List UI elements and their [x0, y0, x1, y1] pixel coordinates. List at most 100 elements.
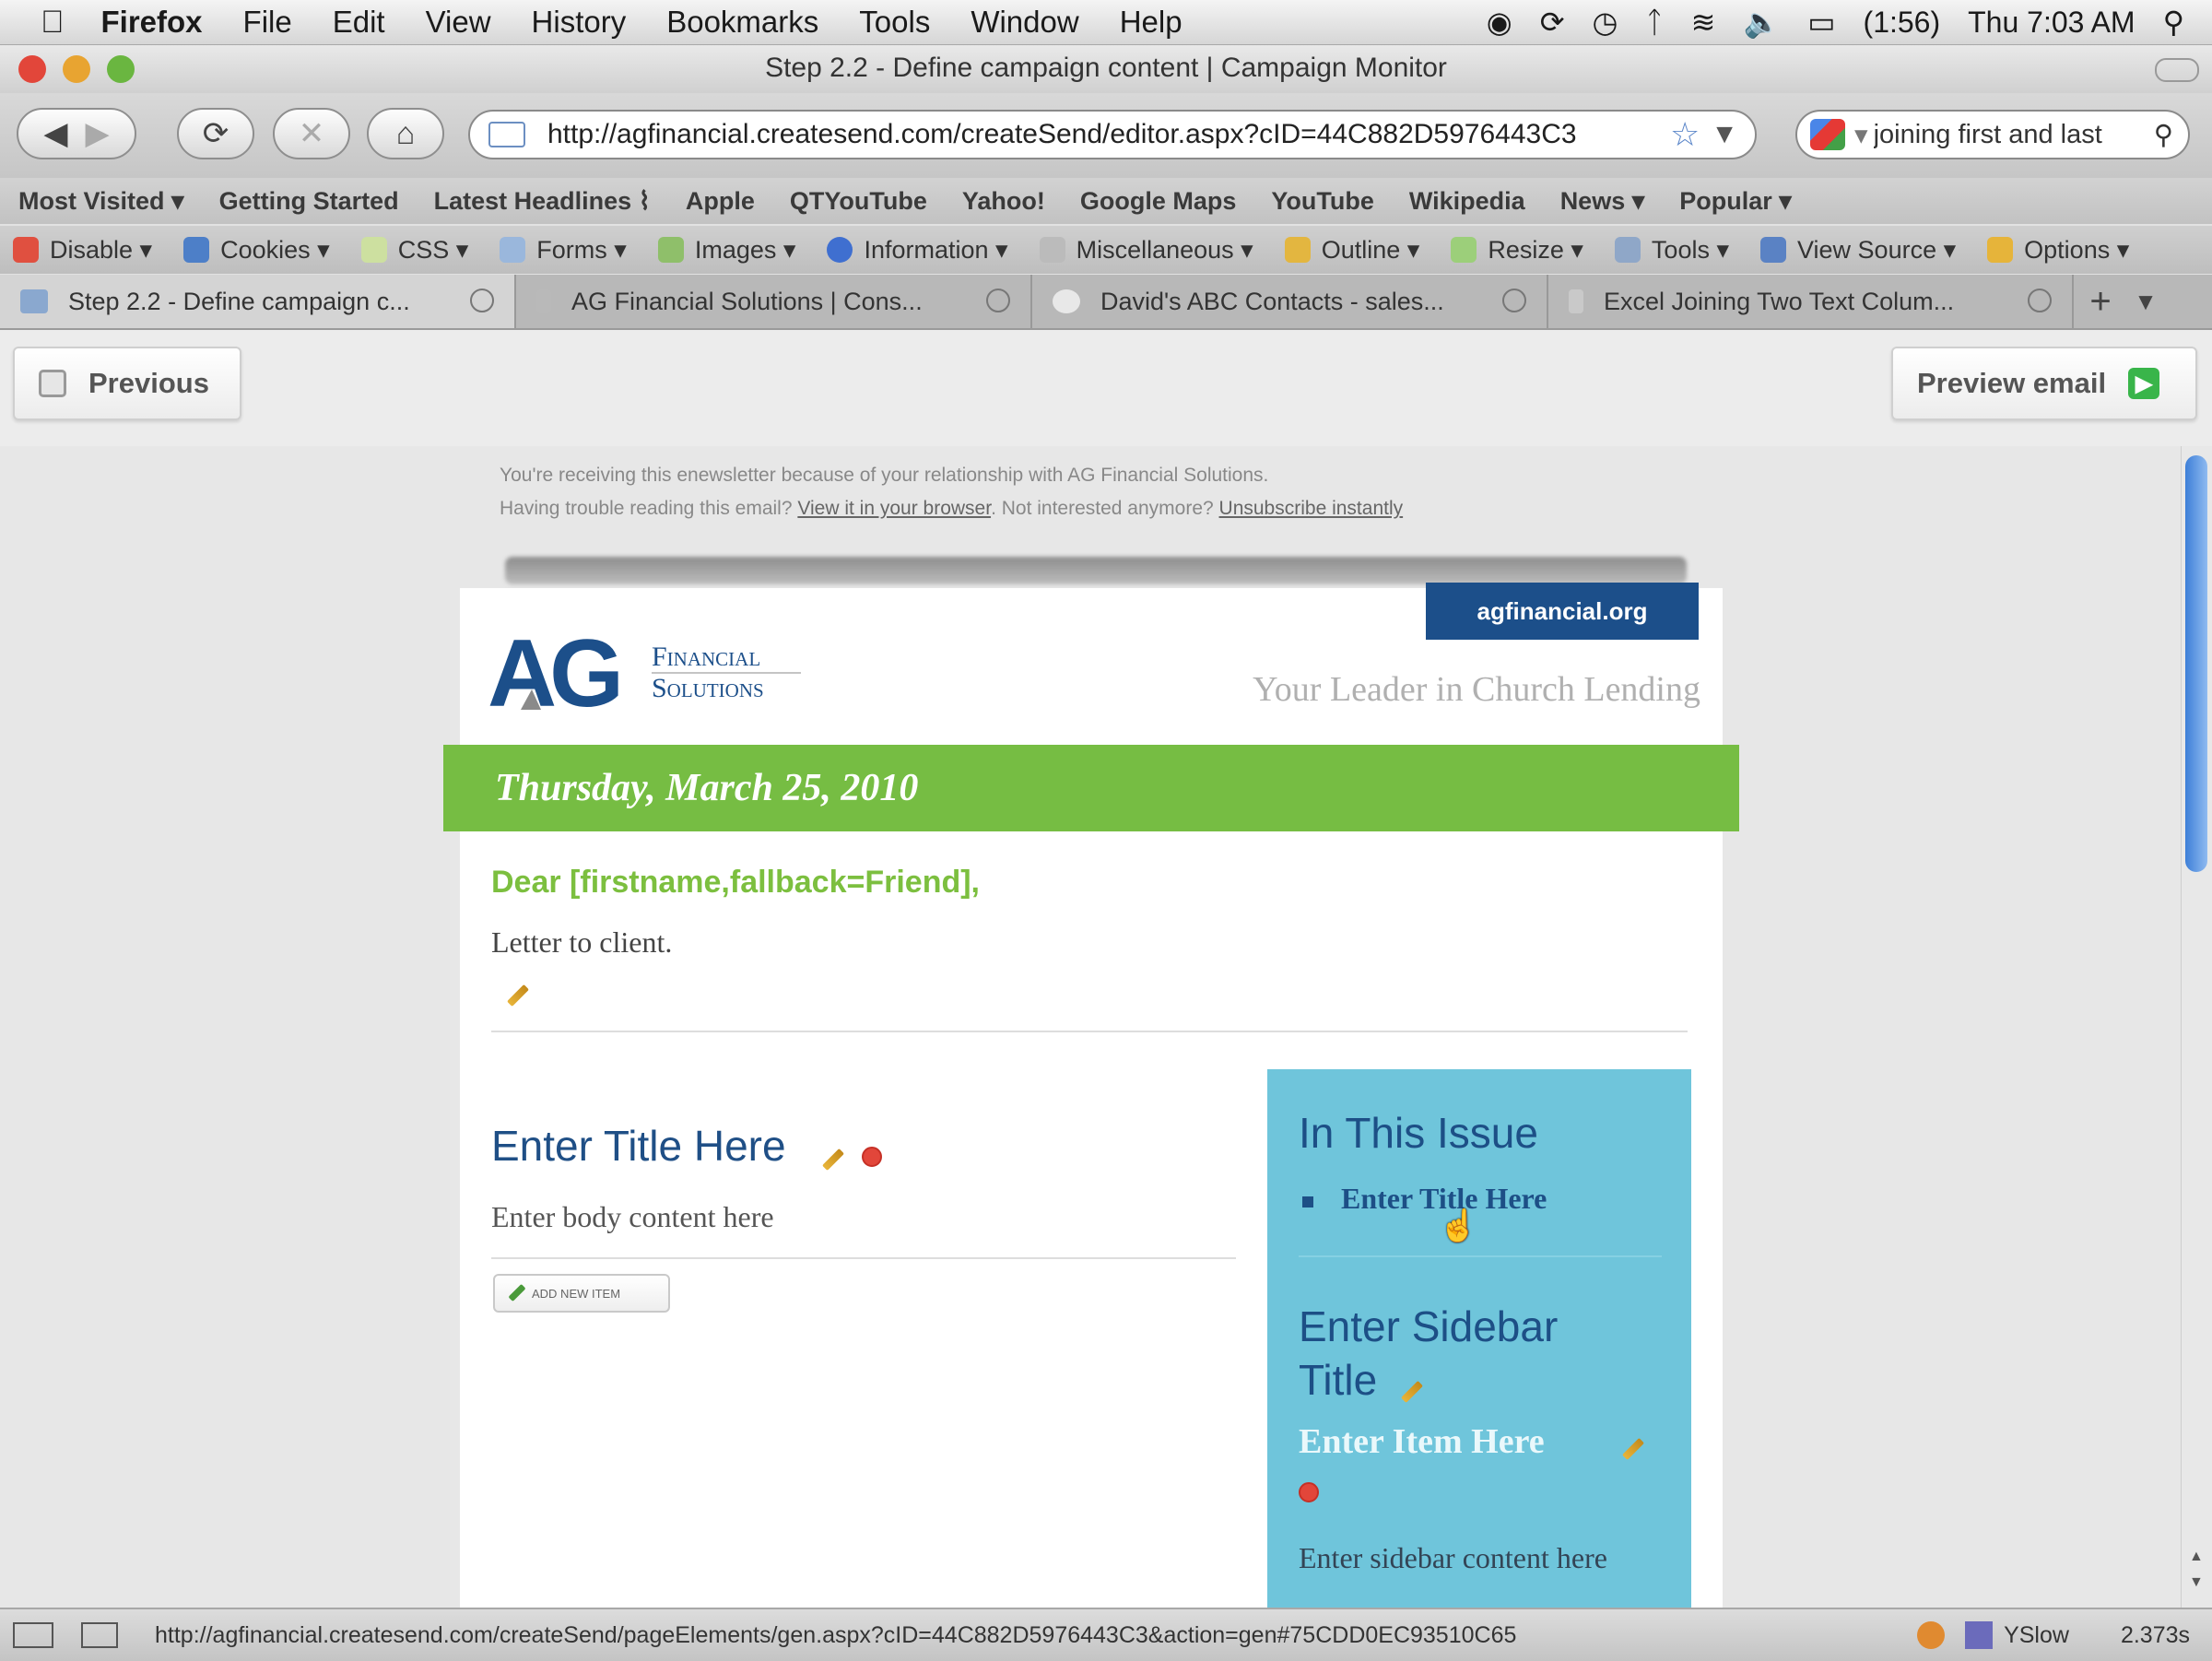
dev-tools-menu[interactable]: Tools ▾: [1614, 236, 1729, 265]
bookmark-wikipedia[interactable]: Wikipedia: [1409, 187, 1525, 216]
menu-edit[interactable]: Edit: [333, 5, 385, 40]
bookmark-star-icon[interactable]: ☆: [1670, 115, 1700, 154]
tab-campaign-step[interactable]: Step 2.2 - Define campaign c...: [0, 275, 516, 328]
menu-clock[interactable]: Thu 7:03 AM: [1968, 6, 2135, 40]
reload-button[interactable]: ⟳: [177, 108, 254, 159]
dev-disable-menu[interactable]: Disable ▾: [13, 236, 152, 265]
firebug-icon[interactable]: [1917, 1621, 1946, 1649]
sidebar-item-title[interactable]: Enter Item Here: [1299, 1421, 1545, 1462]
dev-view-source-menu[interactable]: View Source ▾: [1760, 236, 1956, 265]
time-machine-icon[interactable]: ◷: [1593, 5, 1618, 40]
previous-button[interactable]: Previous: [13, 347, 241, 420]
bookmark-most-visited[interactable]: Most Visited ▾: [18, 187, 184, 216]
article-title[interactable]: Enter Title Here: [491, 1121, 786, 1171]
article-title-text[interactable]: Enter Title Here: [491, 1122, 786, 1170]
yslow-icon[interactable]: [1965, 1621, 1994, 1649]
article-body[interactable]: Enter body content here: [491, 1200, 774, 1234]
dev-miscellaneous-menu[interactable]: Miscellaneous ▾: [1039, 236, 1253, 265]
greeting[interactable]: Dear [firstname,fallback=Friend],: [491, 865, 980, 901]
new-tab-plus-icon[interactable]: +: [2074, 275, 2127, 328]
dev-resize-menu[interactable]: Resize ▾: [1451, 236, 1583, 265]
tagline: Your Leader in Church Lending: [1253, 670, 1700, 709]
menu-help[interactable]: Help: [1120, 5, 1182, 40]
google-engine-icon[interactable]: [1810, 119, 1845, 150]
dev-cookies-menu[interactable]: Cookies ▾: [183, 236, 330, 265]
scroll-up-arrow-icon[interactable]: ▲: [2189, 1549, 2204, 1565]
bookmark-qtyoutube[interactable]: QTYouTube: [790, 187, 927, 216]
bookmark-popular[interactable]: Popular ▾: [1679, 187, 1792, 216]
edit-letter-pencil-icon[interactable]: [506, 984, 530, 1007]
menu-window[interactable]: Window: [971, 5, 1078, 40]
tab-ag-financial[interactable]: AG Financial Solutions | Cons...: [516, 275, 1032, 328]
dev-options-menu[interactable]: Options ▾: [1987, 236, 2129, 265]
bookmark-latest-headlines[interactable]: Latest Headlines ⁠⌇: [434, 187, 651, 216]
edit-title-pencil-icon[interactable]: [821, 1148, 845, 1172]
site-link-tab[interactable]: agfinancial.org: [1426, 583, 1699, 640]
view-in-browser-link[interactable]: View it in your browser: [797, 498, 991, 519]
sidebar-title[interactable]: Enter Sidebar Title: [1299, 1300, 1612, 1407]
bookmark-news[interactable]: News ▾: [1560, 187, 1645, 216]
home-button[interactable]: ⌂: [367, 108, 444, 159]
engine-dropdown-icon[interactable]: ▾: [1854, 119, 1868, 151]
delete-title-icon[interactable]: [862, 1147, 882, 1167]
wifi-icon[interactable]: ≋: [1691, 5, 1716, 40]
scrollbar-thumb[interactable]: [2185, 455, 2207, 872]
menu-app-name[interactable]: Firefox: [101, 5, 203, 40]
menu-file[interactable]: File: [243, 5, 292, 40]
menu-view[interactable]: View: [426, 5, 491, 40]
unsubscribe-link[interactable]: Unsubscribe instantly: [1219, 498, 1404, 519]
bluetooth-icon[interactable]: ᛏ: [1645, 6, 1663, 40]
search-bar[interactable]: ▾ joining first and last ⚲: [1795, 110, 2190, 159]
tab-excel-joining[interactable]: Excel Joining Two Text Colum...: [1548, 275, 2074, 328]
eye-icon[interactable]: ◉: [1487, 5, 1512, 40]
bookmark-getting-started[interactable]: Getting Started: [219, 187, 399, 216]
dev-forms-menu[interactable]: Forms ▾: [500, 236, 627, 265]
dev-css-menu[interactable]: CSS ▾: [360, 236, 468, 265]
dev-images-menu[interactable]: Images ▾: [657, 236, 795, 265]
letter-text[interactable]: Letter to client.: [491, 925, 672, 960]
tab-contacts[interactable]: David's ABC Contacts - sales...: [1032, 275, 1548, 328]
apple-menu-icon[interactable]: : [41, 5, 65, 41]
back-arrow-icon[interactable]: ◀: [43, 115, 67, 152]
forward-arrow-icon[interactable]: ▶: [85, 115, 109, 152]
add-new-item-button[interactable]: Add new item: [493, 1274, 670, 1313]
site-identity-icon[interactable]: [488, 122, 525, 147]
edit-sidebar-item-pencil-icon[interactable]: [1621, 1437, 1645, 1461]
inspect-icon[interactable]: [13, 1622, 53, 1648]
search-input[interactable]: joining first and last: [1874, 120, 2154, 150]
dev-information-menu[interactable]: Information ▾: [827, 236, 1008, 265]
volume-icon[interactable]: 🔈: [1743, 5, 1780, 40]
tab-close-icon[interactable]: [470, 289, 494, 312]
page-scrollbar[interactable]: ▲ ▼: [2181, 446, 2212, 1608]
menu-bookmarks[interactable]: Bookmarks: [666, 5, 818, 40]
battery-icon[interactable]: ▭: [1807, 5, 1835, 40]
bookmark-google-maps[interactable]: Google Maps: [1080, 187, 1237, 216]
sync-icon[interactable]: ⟳: [1540, 5, 1565, 40]
menu-history[interactable]: History: [532, 5, 627, 40]
yslow-label[interactable]: YSlow: [2004, 1622, 2069, 1649]
back-forward-buttons[interactable]: ◀ ▶: [17, 108, 136, 159]
url-bar[interactable]: http://agfinancial.createsend.com/create…: [468, 110, 1757, 159]
sidebar-content[interactable]: Enter sidebar content here: [1299, 1541, 1607, 1575]
preview-email-button[interactable]: Preview email ▶: [1891, 347, 2197, 420]
stop-button[interactable]: ✕: [273, 108, 350, 159]
navigation-toolbar: ◀ ▶ ⟳ ✕ ⌂ http://agfinancial.createsend.…: [0, 93, 2212, 178]
menu-tools[interactable]: Tools: [859, 5, 930, 40]
url-history-dropdown-icon[interactable]: ▼: [1711, 119, 1738, 150]
bookmark-apple[interactable]: Apple: [686, 187, 755, 216]
dev-view-source-label: View Source ▾: [1797, 235, 1957, 264]
delete-sidebar-item-icon[interactable]: [1299, 1482, 1319, 1502]
url-text[interactable]: http://agfinancial.createsend.com/create…: [547, 119, 1670, 150]
tab-list-icon[interactable]: ▼: [2127, 275, 2164, 328]
bookmark-yahoo[interactable]: Yahoo!: [962, 187, 1045, 216]
scroll-down-arrow-icon[interactable]: ▼: [2189, 1574, 2204, 1591]
tab-close-icon[interactable]: [2028, 289, 2052, 312]
tab-close-icon[interactable]: [986, 289, 1010, 312]
spotlight-icon[interactable]: ⚲: [2163, 5, 2184, 40]
tab-close-icon[interactable]: [1502, 289, 1526, 312]
toolbar-toggle-button[interactable]: [2155, 58, 2199, 82]
search-icon[interactable]: ⚲: [2154, 119, 2173, 151]
dev-outline-menu[interactable]: Outline ▾: [1284, 236, 1419, 265]
bookmark-youtube[interactable]: YouTube: [1271, 187, 1373, 216]
layout-icon[interactable]: [81, 1622, 118, 1648]
